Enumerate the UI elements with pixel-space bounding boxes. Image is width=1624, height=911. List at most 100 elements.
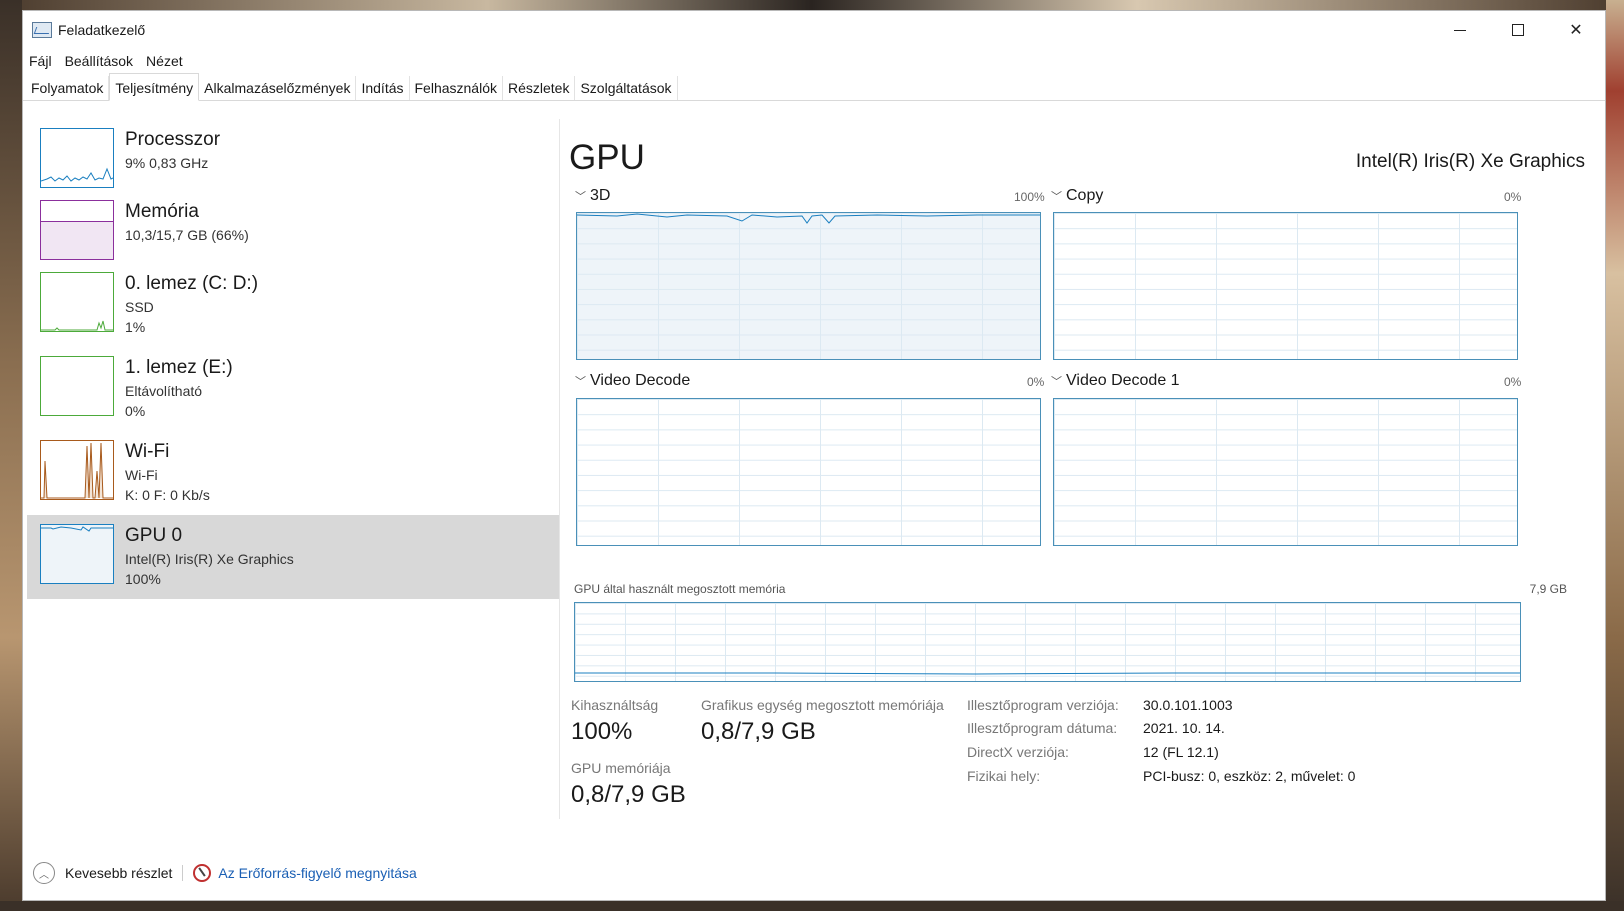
sidebar-item-disk-0[interactable]: 0. lemez (C: D:) SSD 1%	[27, 263, 559, 347]
close-button[interactable]: ✕	[1547, 11, 1605, 49]
menu-file[interactable]: Fájl	[29, 53, 59, 69]
graph-copy-pct: 0%	[1504, 190, 1522, 204]
minimize-button[interactable]	[1431, 11, 1489, 49]
chevron-down-icon: ﹀	[1051, 376, 1062, 388]
desktop-background-right	[1606, 0, 1624, 911]
memory-fill	[41, 221, 113, 259]
disk-0-thumbnail	[40, 272, 114, 332]
shared-memory-max: 7,9 GB	[1529, 582, 1567, 596]
disk-1-thumbnail	[40, 356, 114, 416]
resource-sidebar: Processzor 9% 0,83 GHz Memória 10,3/15,7…	[27, 119, 560, 819]
graph-3d-line	[577, 213, 1040, 224]
sidebar-item-name: 1. lemez (E:)	[125, 357, 233, 378]
physical-location-label: Fizikai hely:	[967, 768, 1041, 784]
sidebar-item-gpu-0[interactable]: GPU 0 Intel(R) Iris(R) Xe Graphics 100%	[27, 515, 559, 599]
graph-copy	[1053, 212, 1518, 360]
wifi-thumbnail	[40, 440, 114, 500]
tab-startup[interactable]: Indítás	[356, 76, 410, 100]
wifi-sparkline	[41, 442, 113, 499]
sidebar-item-detail: 10,3/15,7 GB (66%)	[125, 227, 249, 243]
graph-video-decode-title: Video Decode	[590, 372, 691, 389]
maximize-icon	[1512, 24, 1524, 36]
cpu-sparkline	[40, 167, 114, 182]
chevron-down-icon: ﹀	[575, 376, 586, 388]
graph-video-decode-1-title: Video Decode 1	[1066, 372, 1180, 389]
task-manager-window: Feladatkezelő ✕ Fájl Beállítások Nézet F…	[22, 10, 1606, 901]
graph-3d-title: 3D	[590, 187, 611, 204]
chevron-up-icon[interactable]: ︿	[33, 862, 55, 884]
menu-bar: Fájl Beállítások Nézet	[23, 49, 1605, 73]
tab-services[interactable]: Szolgáltatások	[575, 76, 678, 100]
sidebar-item-name: Processzor	[125, 129, 221, 150]
sidebar-item-detail: Intel(R) Iris(R) Xe Graphics	[125, 551, 294, 567]
sidebar-item-detail-2: 1%	[125, 319, 146, 335]
tab-bar: Folyamatok Teljesítmény Alkalmazáselőzmé…	[23, 73, 1605, 101]
graph-3d	[576, 212, 1041, 360]
shared-memory-graph	[574, 602, 1521, 682]
tab-processes[interactable]: Folyamatok	[26, 76, 110, 100]
menu-view[interactable]: Nézet	[146, 53, 190, 69]
sidebar-item-name: GPU 0	[125, 525, 183, 546]
gpu-detail-panel: GPU Intel(R) Iris(R) Xe Graphics ﹀ 3D 100…	[569, 101, 1599, 841]
shared-memory-stat-value: 0,8/7,9 GB	[701, 718, 816, 745]
page-title: GPU	[569, 138, 645, 177]
sidebar-item-detail: Wi-Fi	[125, 467, 158, 483]
graph-video-decode-1-label[interactable]: ﹀ Video Decode 1	[1051, 372, 1180, 390]
gpu-memory-value: 0,8/7,9 GB	[571, 781, 686, 808]
graph-video-decode	[576, 398, 1041, 546]
driver-version-value: 30.0.101.1003	[1143, 697, 1233, 713]
performance-content: Processzor 9% 0,83 GHz Memória 10,3/15,7…	[23, 101, 1605, 846]
sidebar-item-detail: 9% 0,83 GHz	[125, 155, 209, 171]
sidebar-item-detail: Eltávolítható	[125, 383, 203, 399]
footer-bar: ︿ Kevesebb részlet Az Erőforrás-figyelő …	[23, 846, 1605, 900]
gpu-thumbnail	[40, 524, 114, 584]
shared-memory-label: GPU által használt megosztott memória	[574, 582, 786, 596]
chevron-down-icon: ﹀	[575, 191, 586, 203]
graph-copy-title: Copy	[1066, 187, 1104, 204]
desktop-background-top	[0, 0, 1624, 10]
sidebar-item-name: Memória	[125, 201, 199, 222]
physical-location-value: PCI-busz: 0, eszköz: 2, művelet: 0	[1143, 768, 1356, 784]
utilization-value: 100%	[571, 718, 633, 745]
title-bar[interactable]: Feladatkezelő ✕	[23, 11, 1605, 49]
sidebar-item-wifi[interactable]: Wi-Fi Wi-Fi K: 0 F: 0 Kb/s	[27, 431, 559, 515]
graph-video-decode-pct: 0%	[1027, 375, 1045, 389]
driver-version-label: Illesztőprogram verziója:	[967, 697, 1119, 713]
maximize-button[interactable]	[1489, 11, 1547, 49]
driver-date-label: Illesztőprogram dátuma:	[967, 720, 1118, 736]
desktop-background-bottom	[0, 901, 1624, 911]
tab-details[interactable]: Részletek	[503, 76, 576, 100]
graph-video-decode-1-pct: 0%	[1504, 375, 1522, 389]
directx-version-value: 12 (FL 12.1)	[1143, 744, 1219, 760]
utilization-label: Kihasználtság	[571, 697, 659, 713]
tab-users[interactable]: Felhasználók	[410, 76, 503, 100]
tab-performance[interactable]: Teljesítmény	[109, 73, 200, 101]
cpu-thumbnail	[40, 128, 114, 188]
open-resource-monitor-link[interactable]: Az Erőforrás-figyelő megnyitása	[218, 865, 416, 881]
graph-video-decode-label[interactable]: ﹀ Video Decode	[575, 372, 690, 390]
tab-app-history[interactable]: Alkalmazáselőzmények	[199, 76, 357, 100]
sidebar-item-detail-2: 100%	[125, 571, 161, 587]
graph-3d-pct: 100%	[1014, 190, 1045, 204]
sidebar-item-disk-1[interactable]: 1. lemez (E:) Eltávolítható 0%	[27, 347, 559, 431]
fewer-details-button[interactable]: Kevesebb részlet	[65, 865, 172, 881]
menu-options[interactable]: Beállítások	[65, 53, 140, 69]
desktop-background-left	[0, 0, 22, 911]
sidebar-item-name: 0. lemez (C: D:)	[125, 273, 259, 294]
gpu-model-name: Intel(R) Iris(R) Xe Graphics	[1355, 151, 1585, 172]
taskmanager-icon	[32, 22, 52, 38]
sidebar-item-detail-2: 0%	[125, 403, 146, 419]
window-controls: ✕	[1431, 11, 1605, 49]
sidebar-item-detail-2: K: 0 F: 0 Kb/s	[125, 487, 210, 503]
disk-0-sparkline	[41, 320, 113, 331]
shared-memory-stat-label: Grafikus egység megosztott memóriája	[701, 697, 944, 713]
minimize-icon	[1454, 29, 1466, 31]
graph-copy-label[interactable]: ﹀ Copy	[1051, 187, 1103, 205]
close-icon: ✕	[1569, 22, 1583, 39]
window-title: Feladatkezelő	[58, 22, 146, 38]
graph-video-decode-1	[1053, 398, 1518, 546]
gpu-sparkline	[41, 526, 113, 532]
gpu-memory-label: GPU memóriája	[571, 760, 671, 776]
graph-3d-label[interactable]: ﹀ 3D	[575, 187, 610, 205]
resource-monitor-icon[interactable]	[193, 864, 212, 882]
